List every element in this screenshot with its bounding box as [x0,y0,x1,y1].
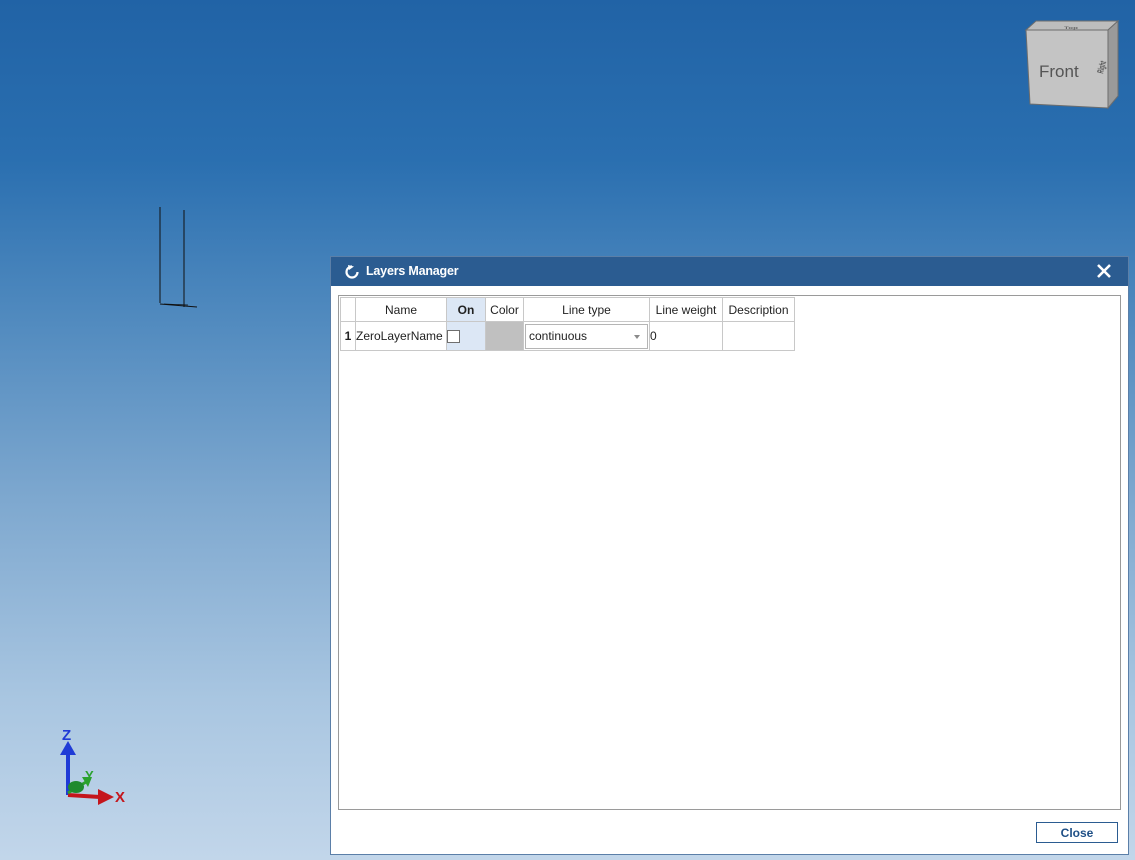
layers-manager-dialog: Layers Manager Name On Color Line type L… [330,256,1129,855]
refresh-icon [344,264,360,280]
layer-line-weight-cell[interactable]: 0 [649,321,723,351]
row-header-corner[interactable] [340,297,356,322]
column-header-line-weight[interactable]: Line weight [649,297,723,322]
axis-z-label: Z [62,727,72,744]
sketch-geometry [150,200,210,320]
layer-color-swatch[interactable] [485,321,524,351]
layer-description-cell[interactable] [722,321,795,351]
column-header-name[interactable]: Name [355,297,447,322]
view-cube-front-label: Front [1039,62,1079,81]
close-button[interactable]: Close [1036,822,1118,843]
close-icon[interactable] [1096,263,1112,279]
3d-viewport[interactable]: Front Right Top Z Y X Layers Manager Nam… [0,0,1135,860]
dialog-title: Layers Manager [366,264,459,278]
layer-name-cell[interactable]: ZeroLayerName [355,321,447,351]
view-cube[interactable]: Front Right Top [1020,16,1124,116]
column-header-description[interactable]: Description [722,297,795,322]
dialog-titlebar[interactable]: Layers Manager [331,257,1128,286]
line-type-dropdown[interactable]: continuous [525,323,648,349]
layers-grid-panel: Name On Color Line type Line weight Desc… [338,295,1121,810]
axis-y-label: Y [85,768,94,783]
layers-table: Name On Color Line type Line weight Desc… [340,297,795,351]
layer-on-checkbox[interactable] [447,330,460,344]
column-header-line-type[interactable]: Line type [523,297,650,322]
chevron-down-icon[interactable] [634,334,640,339]
line-type-value: continuous [529,328,588,343]
axis-triad: Z Y X [50,725,140,815]
column-header-color[interactable]: Color [485,297,524,322]
view-cube-right-face[interactable] [1107,19,1119,110]
layer-on-cell[interactable] [446,321,486,351]
layer-line-type-cell[interactable]: continuous [523,321,650,351]
table-row[interactable]: 1 ZeroLayerName continuous 0 [340,321,795,351]
axis-x-label: X [115,789,126,806]
row-index[interactable]: 1 [340,321,356,351]
table-header-row: Name On Color Line type Line weight Desc… [340,297,795,322]
column-header-on[interactable]: On [446,297,486,322]
view-cube-top-label: Top [1064,26,1078,30]
